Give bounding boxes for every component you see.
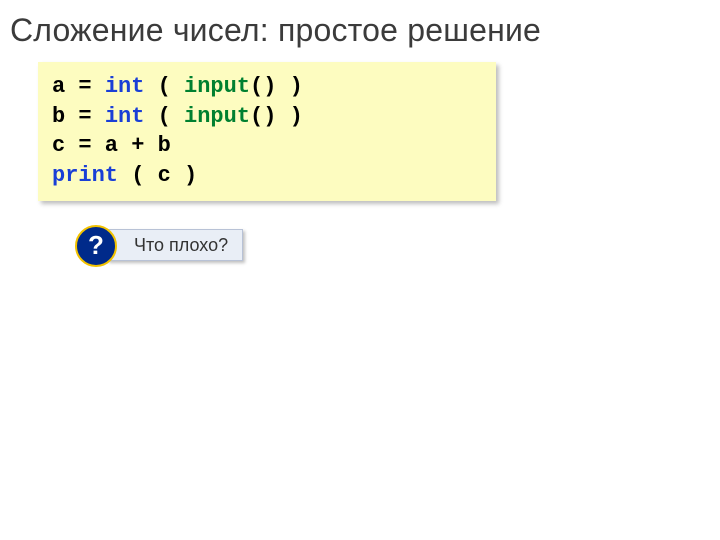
- slide-title: Сложение чисел: простое решение: [10, 12, 541, 49]
- slide: Сложение чисел: простое решение a = int …: [0, 0, 720, 540]
- keyword-int: int: [105, 104, 145, 129]
- keyword-int: int: [105, 74, 145, 99]
- code-text: ( c ): [118, 163, 197, 188]
- code-text: () ): [250, 104, 303, 129]
- code-text: a =: [52, 74, 105, 99]
- question-mark-icon: ?: [75, 225, 117, 267]
- call-input: input: [184, 104, 250, 129]
- call-input: input: [184, 74, 250, 99]
- keyword-print: print: [52, 163, 118, 188]
- code-text: (: [144, 74, 184, 99]
- code-text: () ): [250, 74, 303, 99]
- callout-bubble: Что плохо?: [107, 229, 243, 261]
- code-block: a = int ( input() ) b = int ( input() ) …: [38, 62, 496, 201]
- callout-text: Что плохо?: [134, 235, 228, 255]
- code-text: c = a + b: [52, 133, 171, 158]
- code-text: (: [144, 104, 184, 129]
- code-text: b =: [52, 104, 105, 129]
